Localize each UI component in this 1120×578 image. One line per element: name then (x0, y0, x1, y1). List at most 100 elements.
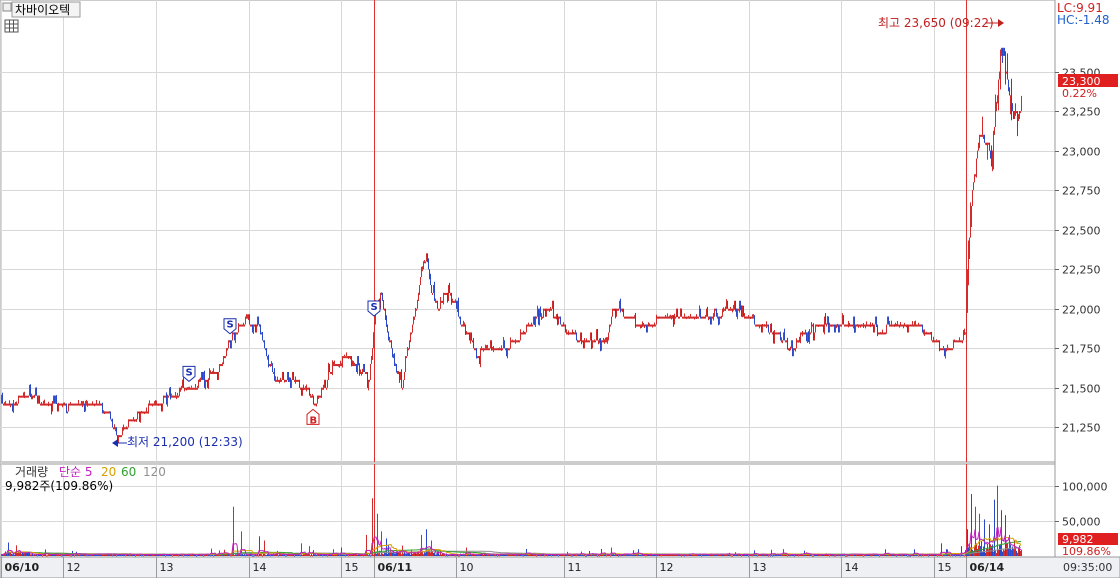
x-axis-label: 14 (253, 561, 267, 574)
volume-bar-up (334, 554, 335, 556)
price-bar-up (584, 340, 585, 349)
volume-bar-up (570, 554, 571, 556)
volume-bar-down (252, 555, 253, 557)
price-bar-down (646, 324, 647, 333)
price-bar-up (671, 316, 672, 319)
price-bar-up (909, 324, 910, 327)
price-bar-up (328, 364, 329, 380)
volume-bar-up (963, 555, 964, 557)
price-bar-up (355, 364, 356, 367)
volume-bar-up (863, 555, 864, 557)
buy-signal-label: B (310, 415, 318, 426)
x-axis-label: 14 (845, 561, 859, 574)
price-bar-down (876, 316, 877, 325)
volume-bar-up (87, 555, 88, 557)
volume-bar-down (80, 554, 81, 556)
price-bar-up (384, 308, 385, 311)
price-bar-up (901, 324, 902, 327)
volume-bar-up (405, 553, 406, 556)
volume-bar-down (754, 550, 755, 556)
price-bar-up (265, 348, 266, 351)
price-tick-label: 22,750 (1062, 185, 1101, 198)
price-bar-up (637, 324, 638, 327)
price-bar-up (495, 348, 496, 351)
price-bar-up (381, 292, 382, 295)
price-bar-up (997, 95, 998, 104)
volume-bar-down (359, 554, 360, 556)
price-bar-up (480, 348, 481, 365)
price-bar-up (845, 324, 846, 327)
price-bar-down (313, 395, 314, 404)
price-bar-up (185, 387, 186, 390)
high-annotation-text: 최고 23,650 (09:22) (878, 16, 994, 30)
price-bar-down (504, 340, 505, 349)
price-bar-up (295, 379, 296, 382)
price-bar-down (309, 387, 310, 396)
price-bar-up (307, 387, 308, 390)
price-bar-up (951, 348, 952, 351)
price-bar-up (303, 387, 304, 390)
price-bar-up (914, 324, 915, 327)
price-bar-up (494, 348, 495, 351)
grid-menu-icon[interactable] (4, 19, 19, 33)
price-bar-down (700, 308, 701, 317)
price-bar-up (496, 348, 497, 351)
price-bar-up (319, 395, 320, 398)
price-bar-up (151, 403, 152, 406)
price-bar-down (806, 332, 807, 341)
price-bar-up (903, 324, 904, 327)
price-bar-up (943, 348, 944, 351)
volume-bar-up (213, 555, 214, 557)
price-bar-up (915, 324, 916, 327)
price-bar-up (206, 379, 207, 382)
volume-bar-down (589, 550, 590, 556)
volume-bar-up (1017, 552, 1018, 556)
volume-bar-down (14, 554, 15, 556)
price-bar-down (877, 324, 878, 333)
volume-bar-down (787, 555, 788, 557)
volume-bar-down (394, 553, 395, 556)
volume-bar-up (1020, 550, 1021, 556)
volume-bar-up (536, 555, 537, 557)
price-bar-up (63, 403, 64, 406)
price-bar-down (2, 395, 3, 404)
price-bar-up (875, 316, 876, 325)
price-bar-down (288, 371, 289, 380)
price-bar-up (47, 403, 48, 406)
price-bar-up (1010, 95, 1011, 98)
price-bar-up (81, 403, 82, 406)
price-bar-up (468, 332, 469, 335)
price-bar-up (261, 332, 262, 335)
volume-bar-up (413, 553, 414, 556)
price-bar-down (447, 292, 448, 301)
volume-bar-up (551, 555, 552, 557)
price-bar-up (210, 371, 211, 374)
price-bar-up (541, 316, 542, 319)
price-bar-up (187, 387, 188, 390)
volume-bar-down (28, 552, 29, 556)
price-bar-up (41, 403, 42, 406)
volume-bar-up (391, 552, 392, 556)
price-bar-up (406, 356, 407, 359)
price-bar-up (180, 387, 181, 390)
collapse-icon[interactable] (2, 2, 12, 12)
price-tick-label: 21,750 (1062, 343, 1101, 356)
stock-chart[interactable]: SSSB 23,50023,25023,00022,75022,50022,25… (0, 0, 1120, 578)
volume-bar-down (583, 555, 584, 557)
volume-bar-down (439, 554, 440, 556)
price-bar-down (620, 300, 621, 309)
price-bar-up (251, 324, 252, 327)
price-bar-up (585, 340, 586, 343)
price-bar-up (91, 403, 92, 406)
price-bar-up (464, 324, 465, 327)
volume-bar-down (270, 555, 271, 557)
price-bar-up (282, 371, 283, 380)
volume-bar-up (942, 555, 943, 557)
price-bar-down (1007, 71, 1008, 80)
price-panel[interactable]: S S S B (0, 0, 1056, 463)
x-axis-label: 12 (67, 561, 81, 574)
price-bar-up (835, 324, 836, 333)
volume-bar-up (153, 555, 154, 557)
price-bar-up (855, 324, 856, 333)
price-bar-up (243, 324, 244, 327)
